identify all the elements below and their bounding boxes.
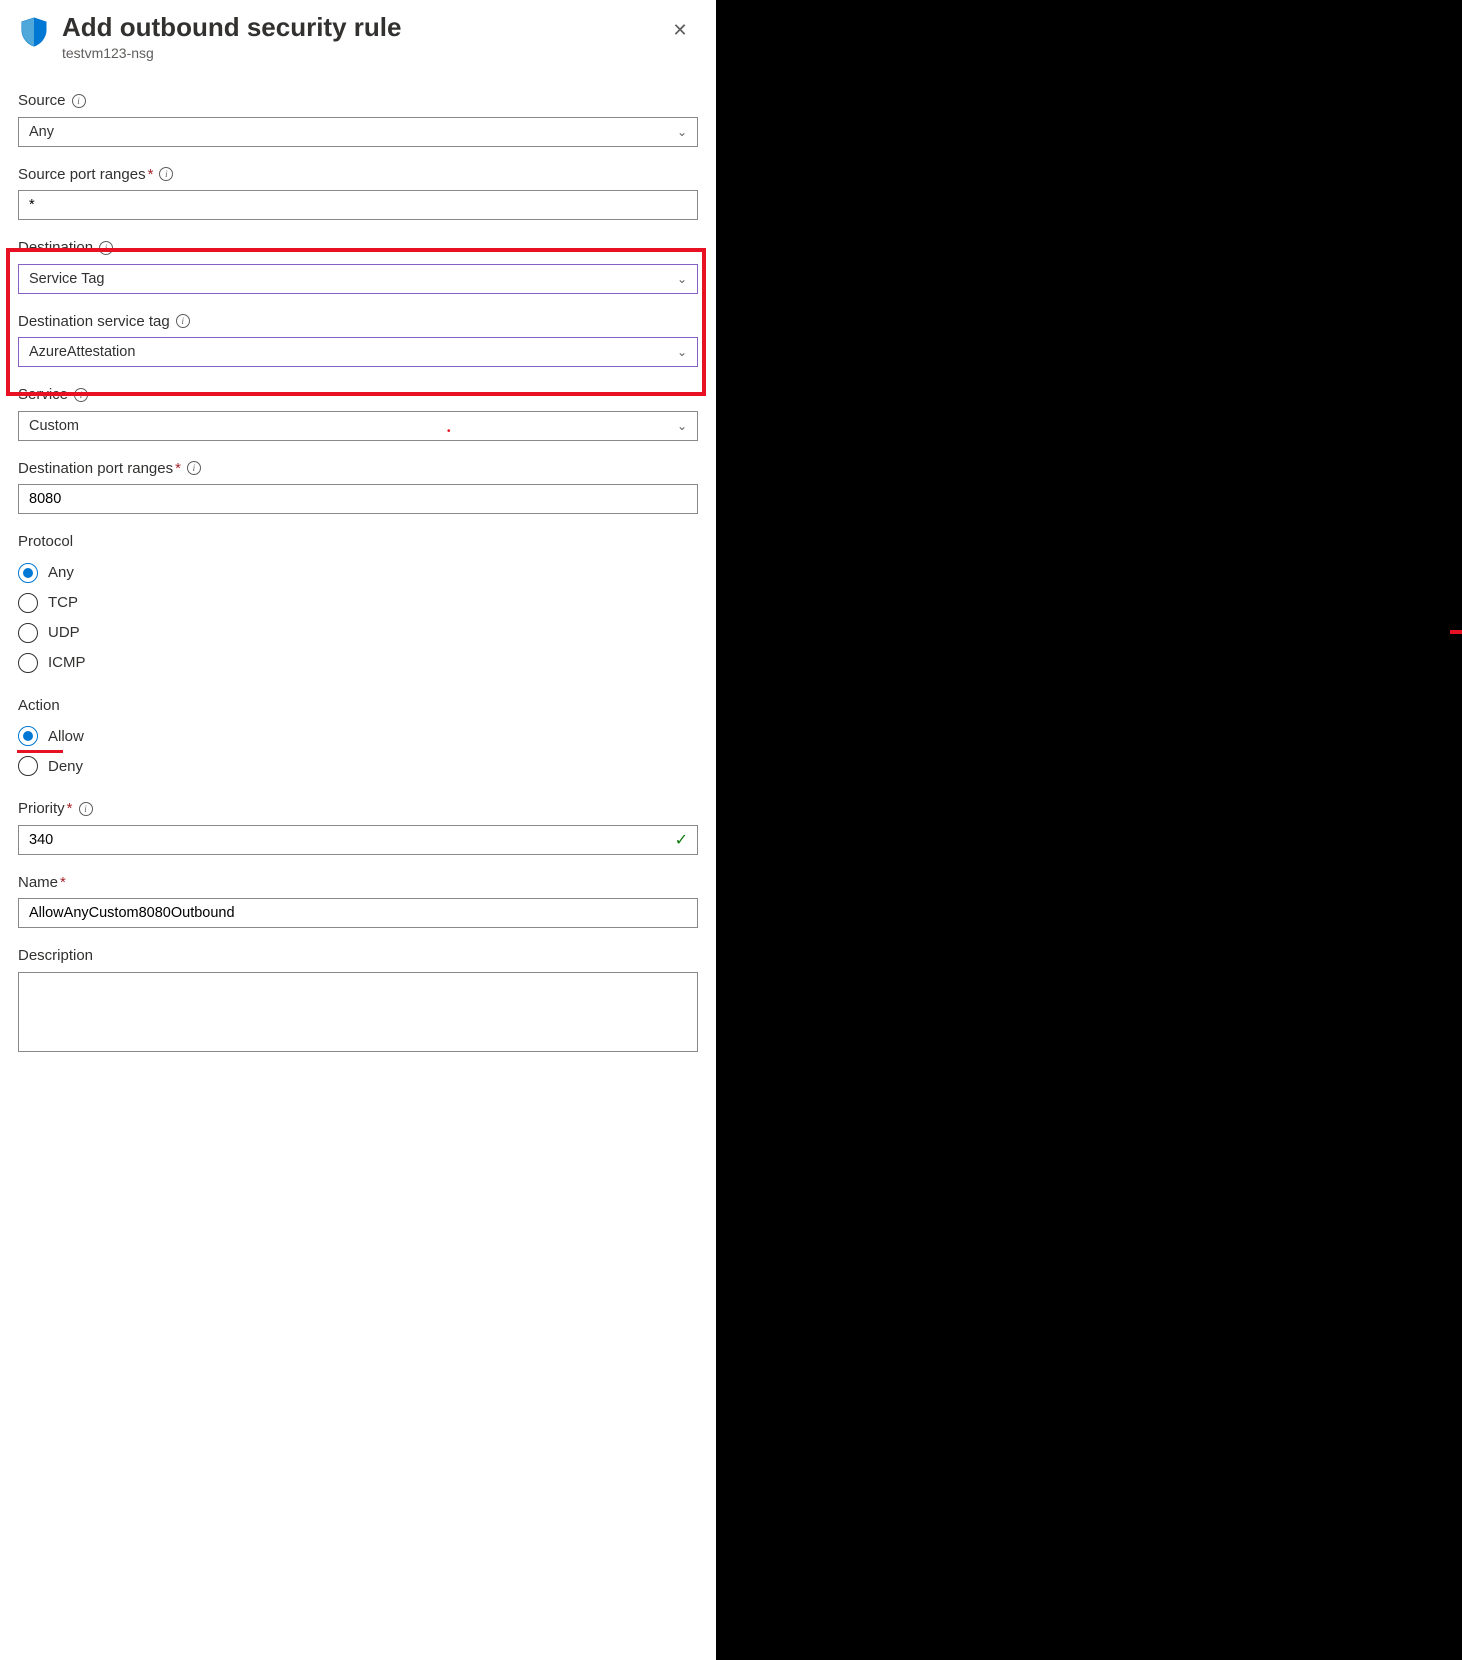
protocol-label: Protocol [18, 532, 73, 552]
protocol-tcp-label: TCP [48, 594, 78, 611]
source-port-label: Source port ranges* [18, 165, 153, 185]
service-label: Service [18, 385, 68, 405]
close-button[interactable]: ✕ [662, 12, 698, 48]
dest-service-tag-label: Destination service tag [18, 312, 170, 332]
protocol-udp-label: UDP [48, 624, 80, 641]
protocol-option-icmp[interactable]: ICMP [18, 648, 698, 678]
rule-form: Source i Any ⌄ Source port ranges* i Des… [0, 71, 716, 1063]
source-port-input[interactable] [18, 190, 698, 220]
service-select[interactable]: Custom ⌄ • [18, 411, 698, 441]
shield-icon [18, 16, 50, 48]
protocol-option-any[interactable]: Any [18, 558, 698, 588]
annotation-edge-mark [1450, 630, 1462, 634]
panel-title: Add outbound security rule [62, 12, 650, 43]
source-select[interactable]: Any ⌄ [18, 117, 698, 147]
field-name: Name* [18, 873, 698, 929]
protocol-option-udp[interactable]: UDP [18, 618, 698, 648]
radio-icon [18, 563, 38, 583]
field-service: Service i Custom ⌄ • [18, 385, 698, 441]
action-option-allow[interactable]: Allow [18, 721, 698, 751]
close-icon: ✕ [672, 20, 687, 41]
field-protocol: Protocol Any TCP UDP ICMP [18, 532, 698, 678]
name-input[interactable] [18, 898, 698, 928]
protocol-radio-group: Any TCP UDP ICMP [18, 558, 698, 678]
description-textarea[interactable] [18, 972, 698, 1052]
annotation-underline-action [17, 750, 63, 753]
info-icon[interactable]: i [74, 388, 88, 402]
field-destination: Destination i Service Tag ⌄ [18, 238, 698, 294]
chevron-down-icon: ⌄ [677, 419, 687, 433]
source-label: Source [18, 91, 66, 111]
field-dest-port-ranges: Destination port ranges* i [18, 459, 698, 515]
annotation-dot: • [447, 426, 451, 437]
radio-icon [18, 653, 38, 673]
field-action: Action Allow Deny [18, 696, 698, 782]
info-icon[interactable]: i [159, 167, 173, 181]
field-source-port-ranges: Source port ranges* i [18, 165, 698, 221]
protocol-option-tcp[interactable]: TCP [18, 588, 698, 618]
dest-port-label: Destination port ranges* [18, 459, 181, 479]
dest-port-input[interactable] [18, 484, 698, 514]
action-label: Action [18, 696, 60, 716]
field-priority: Priority* i ✓ [18, 799, 698, 855]
header-text: Add outbound security rule testvm123-nsg [62, 12, 650, 61]
description-label: Description [18, 946, 93, 966]
action-option-deny[interactable]: Deny [18, 751, 698, 781]
radio-icon [18, 593, 38, 613]
destination-value: Service Tag [29, 271, 105, 287]
protocol-icmp-label: ICMP [48, 654, 86, 671]
radio-icon [18, 756, 38, 776]
chevron-down-icon: ⌄ [677, 272, 687, 286]
action-deny-label: Deny [48, 758, 83, 775]
info-icon[interactable]: i [72, 94, 86, 108]
info-icon[interactable]: i [79, 802, 93, 816]
action-allow-label: Allow [48, 728, 84, 745]
destination-select[interactable]: Service Tag ⌄ [18, 264, 698, 294]
priority-label: Priority* [18, 799, 73, 819]
protocol-any-label: Any [48, 564, 74, 581]
field-dest-service-tag: Destination service tag i AzureAttestati… [18, 312, 698, 368]
dest-service-tag-value: AzureAttestation [29, 344, 135, 360]
field-description: Description [18, 946, 698, 1055]
chevron-down-icon: ⌄ [677, 345, 687, 359]
outbound-rule-panel: Add outbound security rule testvm123-nsg… [0, 0, 716, 1660]
destination-label: Destination [18, 238, 93, 258]
validation-check-icon: ✓ [675, 830, 688, 850]
radio-icon [18, 623, 38, 643]
action-radio-group: Allow Deny [18, 721, 698, 781]
source-value: Any [29, 124, 54, 140]
info-icon[interactable]: i [176, 314, 190, 328]
name-label: Name* [18, 873, 66, 893]
panel-header: Add outbound security rule testvm123-nsg… [0, 0, 716, 71]
dest-service-tag-select[interactable]: AzureAttestation ⌄ [18, 337, 698, 367]
chevron-down-icon: ⌄ [677, 125, 687, 139]
service-value: Custom [29, 418, 79, 434]
priority-input[interactable] [18, 825, 698, 855]
panel-subtitle: testvm123-nsg [62, 45, 650, 61]
info-icon[interactable]: i [99, 241, 113, 255]
field-source: Source i Any ⌄ [18, 91, 698, 147]
info-icon[interactable]: i [187, 461, 201, 475]
radio-icon [18, 726, 38, 746]
